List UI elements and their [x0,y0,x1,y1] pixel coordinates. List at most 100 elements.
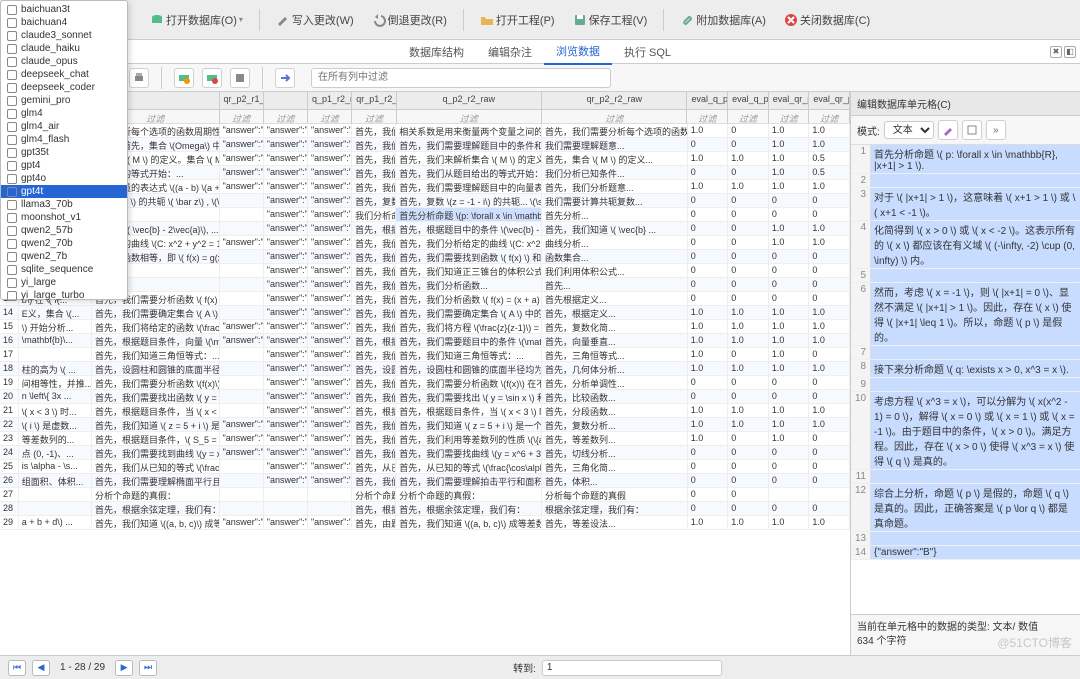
table-cell[interactable]: \) 开始分析... [19,320,92,333]
table-cell[interactable]: 0 [769,208,810,221]
table-cell[interactable]: "answer":"B" [264,208,308,221]
table-cell[interactable]: 0 [809,432,850,445]
table-cell[interactable]: 0 [769,278,810,291]
table-cell[interactable]: 首先，分析单调性... [542,376,688,389]
column-filter[interactable]: 过滤 [769,110,810,123]
tab-structure[interactable]: 数据库结构 [397,40,476,64]
table-select-dropdown[interactable]: baichuan3tbaichuan4claude3_sonnetclaude_… [0,0,128,300]
table-cell[interactable] [264,502,308,515]
table-cell[interactable]: 0 [728,194,769,207]
table-cell[interactable]: 首先，我们需要找出 \( y = \sin x \) 和 \( y = 2\si… [352,390,396,403]
minimize-panel-icon[interactable]: ◧ [1064,46,1076,58]
table-cell[interactable]: 首先，我们知道 \((a, b, c)\) 成等差数列，可以设 \(b = a … [396,516,542,529]
table-option-sqlite_sequence[interactable]: sqlite_sequence [1,263,127,276]
table-cell[interactable]: "answer":"A" [264,418,308,431]
table-cell[interactable]: 0 [688,292,729,305]
column-filter[interactable]: 过滤 [809,110,850,123]
table-cell[interactable]: 0 [728,446,769,459]
table-cell[interactable]: 1.0 [769,124,810,137]
table-cell[interactable]: 15 [0,320,19,333]
table-option-glm4_air[interactable]: glm4_air [1,120,127,133]
column-header[interactable]: eval_qr_p2 [809,92,850,109]
table-row[interactable]: 22\( i \) 是虚数...首先，我们知道 \( z = 5 + i \) … [0,418,850,432]
table-cell[interactable]: "answer":"B" [308,180,352,193]
table-cell[interactable]: 首先，我们需要理解题目中的条件和要求，题目描述了一个集... [396,138,542,151]
table-cell[interactable]: 1.0 [769,432,810,445]
table-cell[interactable]: 1.0 [809,138,850,151]
table-cell[interactable]: is \alpha - \s... [19,460,92,473]
table-cell[interactable]: 0 [688,166,729,179]
table-option-claude_opus[interactable]: claude_opus [1,55,127,68]
table-cell[interactable]: "answer":"B" [308,376,352,389]
table-cell[interactable]: "answer":"B" [220,432,264,445]
table-cell[interactable] [220,292,264,305]
table-cell[interactable]: 0 [809,390,850,403]
table-row[interactable]: 20n \left\{ 3x ...首先，我们需要找出函数 \( y = \si… [0,390,850,404]
table-cell[interactable]: 0 [688,236,729,249]
table-row[interactable]: 26组面积、体积...首先，我们需要理解椭面平行且面积的常式：..."answe… [0,474,850,488]
table-cell[interactable]: 首先，我们需要分析函数 \(f(x)\) 在不同区间的单调性，并推... [352,376,396,389]
table-cell[interactable]: 1.0 [769,152,810,165]
table-cell[interactable]: 0 [769,390,810,403]
table-cell[interactable]: 首先，我们从题目给出的等式开始：... [352,166,396,179]
table-cell[interactable]: 1.0 [809,418,850,431]
column-header[interactable] [264,92,308,109]
table-cell[interactable] [220,362,264,375]
table-cell[interactable]: 0 [728,124,769,137]
table-cell[interactable]: 我们分析已知条件... [542,166,688,179]
table-cell[interactable]: 首先，我们知道三角恒等式：... [92,348,220,361]
table-cell[interactable]: "answer":"B" [220,446,264,459]
table-cell[interactable]: 首先，我们分析函数... [396,278,542,291]
table-cell[interactable] [19,348,92,361]
table-cell[interactable]: 1.0 [688,348,729,361]
table-cell[interactable]: 29 [0,516,19,529]
table-cell[interactable]: 0.5 [809,166,850,179]
table-cell[interactable]: 0 [769,194,810,207]
table-cell[interactable]: 1.0 [769,362,810,375]
table-cell[interactable]: 首先，我们需要分析每个选项的函数周期性。... [542,124,688,137]
table-cell[interactable]: 0 [688,446,729,459]
table-cell[interactable]: 分析个命题的真假： [92,488,220,501]
table-cell[interactable]: 首先，我们知道正三锥台底面 \(ABC\) 和 \(A_1B_1C... [352,264,396,277]
column-header[interactable]: qr_p2_r2_raw [542,92,687,109]
table-cell[interactable]: 1.0 [688,334,729,347]
table-cell[interactable]: "answer":"C" [264,222,308,235]
table-cell[interactable]: 0 [728,376,769,389]
table-cell[interactable]: "answer":"A" [264,404,308,417]
table-cell[interactable]: "answer":"B" [264,138,308,151]
table-cell[interactable]: "answer":"A" [308,124,352,137]
table-cell[interactable] [220,474,264,487]
table-option-claude3_sonnet[interactable]: claude3_sonnet [1,29,127,42]
table-cell[interactable]: 首先，我们需要理解集合 \( M \) 的定义。集合 \( M \) 包含所..… [352,152,396,165]
table-cell[interactable]: 0 [728,236,769,249]
table-cell[interactable]: 首先，我们来解析集合 \( M \) 的定义。集合 \( M \) 包含所... [396,152,542,165]
table-cell[interactable]: "answer":"D" [264,166,308,179]
column-header[interactable]: eval_qr_p1 [769,92,810,109]
table-cell[interactable]: "answer":"C" [308,306,352,319]
table-cell[interactable]: 0 [728,264,769,277]
table-cell[interactable]: 0 [688,460,729,473]
table-cell[interactable]: 1.0 [728,334,769,347]
table-cell[interactable]: "answer":"D" [308,194,352,207]
table-cell[interactable]: \mathbf{b}\... [19,334,92,347]
table-cell[interactable]: "answer":"B" [308,446,352,459]
table-cell[interactable]: 1.0 [769,306,810,319]
table-cell[interactable]: 0 [769,264,810,277]
table-cell[interactable]: 首先，从已知的等式 \(\frac{\cos\alpha}{\cos\alpha… [396,460,542,473]
table-cell[interactable]: 0 [688,222,729,235]
table-cell[interactable]: 1.0 [769,320,810,333]
table-cell[interactable]: 25 [0,460,19,473]
table-cell[interactable]: 首先，我们分析题意... [542,180,688,193]
table-option-glm4[interactable]: glm4 [1,107,127,120]
table-cell[interactable]: 1.0 [809,180,850,193]
table-cell[interactable]: 1.0 [809,320,850,333]
table-cell[interactable]: 1.0 [728,418,769,431]
table-cell[interactable] [19,502,92,515]
table-cell[interactable]: \( i \) 是虚数... [19,418,92,431]
table-cell[interactable]: 0 [809,502,850,515]
table-cell[interactable]: 27 [0,488,19,501]
table-option-glm4_flash[interactable]: glm4_flash [1,133,127,146]
table-cell[interactable]: 首先，我们分析函数 \( f(x) = x^2/\ln(x + b)\) 的性质… [352,278,396,291]
table-cell[interactable]: 20 [0,390,19,403]
table-cell[interactable]: 首先，我们需要找曲线 \(y = x^6 + 3x - 1\) 在点 \((0,… [352,446,396,459]
